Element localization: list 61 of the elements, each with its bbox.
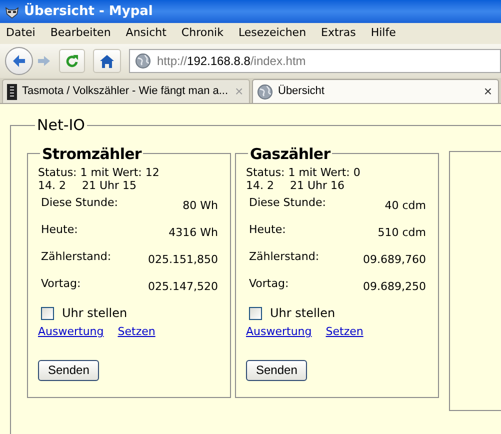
reload-button[interactable] <box>59 49 85 73</box>
row-value: 025.151,850 <box>148 252 218 268</box>
row-value: 510 cdm <box>378 225 426 241</box>
address-field[interactable]: http://192.168.8.8/index.htm <box>129 49 501 73</box>
link[interactable]: Auswertung <box>38 324 104 340</box>
globe-icon <box>135 53 151 69</box>
tab-label: Übersicht <box>278 84 326 100</box>
group-legend: Net-IO <box>35 114 87 136</box>
menu-item[interactable]: Bearbeiten <box>50 25 111 42</box>
row-value: 025.147,520 <box>148 279 218 295</box>
link[interactable]: Auswertung <box>246 324 312 340</box>
link[interactable]: Setzen <box>326 324 364 340</box>
status-time: 21 Uhr 16 <box>290 179 345 192</box>
row-value: 40 cdm <box>384 198 426 214</box>
row-value: 4316 Wh <box>168 225 218 241</box>
panel-legend: Gaszähler <box>248 142 332 165</box>
checkbox[interactable] <box>249 306 262 320</box>
back-arrow-icon <box>11 54 27 68</box>
status-time: 21 Uhr 15 <box>82 179 137 192</box>
row-label: Heute: <box>249 222 286 238</box>
tab-label: Tasmota / Volkszähler - Wie fängt man a... <box>22 84 228 100</box>
globe-icon <box>257 84 273 100</box>
row-label: Heute: <box>41 222 78 238</box>
menu-item[interactable]: Chronik <box>181 25 224 42</box>
menu-item[interactable]: Ansicht <box>126 25 166 42</box>
send-button[interactable]: Senden <box>246 360 308 380</box>
row-label: Diese Stunde: <box>249 195 326 211</box>
row-value: 09.689,250 <box>363 279 426 295</box>
back-button[interactable] <box>5 47 33 75</box>
row-label: Diese Stunde: <box>41 195 118 211</box>
app-logo-icon <box>5 4 19 18</box>
menu-item[interactable]: Datei <box>6 25 36 42</box>
home-icon <box>100 54 114 68</box>
checkbox-label: Uhr stellen <box>62 305 128 322</box>
row-label: Zählerstand: <box>249 249 320 265</box>
home-button[interactable] <box>93 49 121 73</box>
send-button[interactable]: Senden <box>38 360 100 380</box>
row-label: Zählerstand: <box>41 249 112 265</box>
menu-item[interactable]: Hilfe <box>370 25 396 42</box>
row-value: 80 Wh <box>182 198 218 214</box>
document-icon <box>7 84 17 100</box>
window-title: Übersicht - Mypal <box>24 2 153 21</box>
browser-tab[interactable]: Tasmota / Volkszähler - Wie fängt man a... × <box>2 79 250 103</box>
link[interactable]: Setzen <box>118 324 156 340</box>
menu-item[interactable]: Extras <box>321 25 356 42</box>
menu-item[interactable]: Lesezeichen <box>238 25 306 42</box>
forward-arrow-icon <box>38 56 50 66</box>
panel-legend: Stromzähler <box>40 142 144 165</box>
checkbox[interactable] <box>41 306 54 320</box>
reload-icon <box>66 54 78 68</box>
status-text: Status: 1 mit Wert: 12 <box>38 166 160 179</box>
url-text: http://192.168.8.8/index.htm <box>157 53 306 70</box>
browser-tab[interactable]: Übersicht × <box>252 79 499 103</box>
close-tab-button[interactable]: × <box>482 81 494 102</box>
row-value: 09.689,760 <box>363 252 426 268</box>
row-label: Vortag: <box>249 276 289 292</box>
row-label: Vortag: <box>41 276 81 292</box>
status-text: Status: 1 mit Wert: 0 <box>246 166 362 179</box>
status-date: 14. 2 <box>246 179 275 192</box>
checkbox-label: Uhr stellen <box>270 305 336 322</box>
status-date: 14. 2 <box>38 179 67 192</box>
